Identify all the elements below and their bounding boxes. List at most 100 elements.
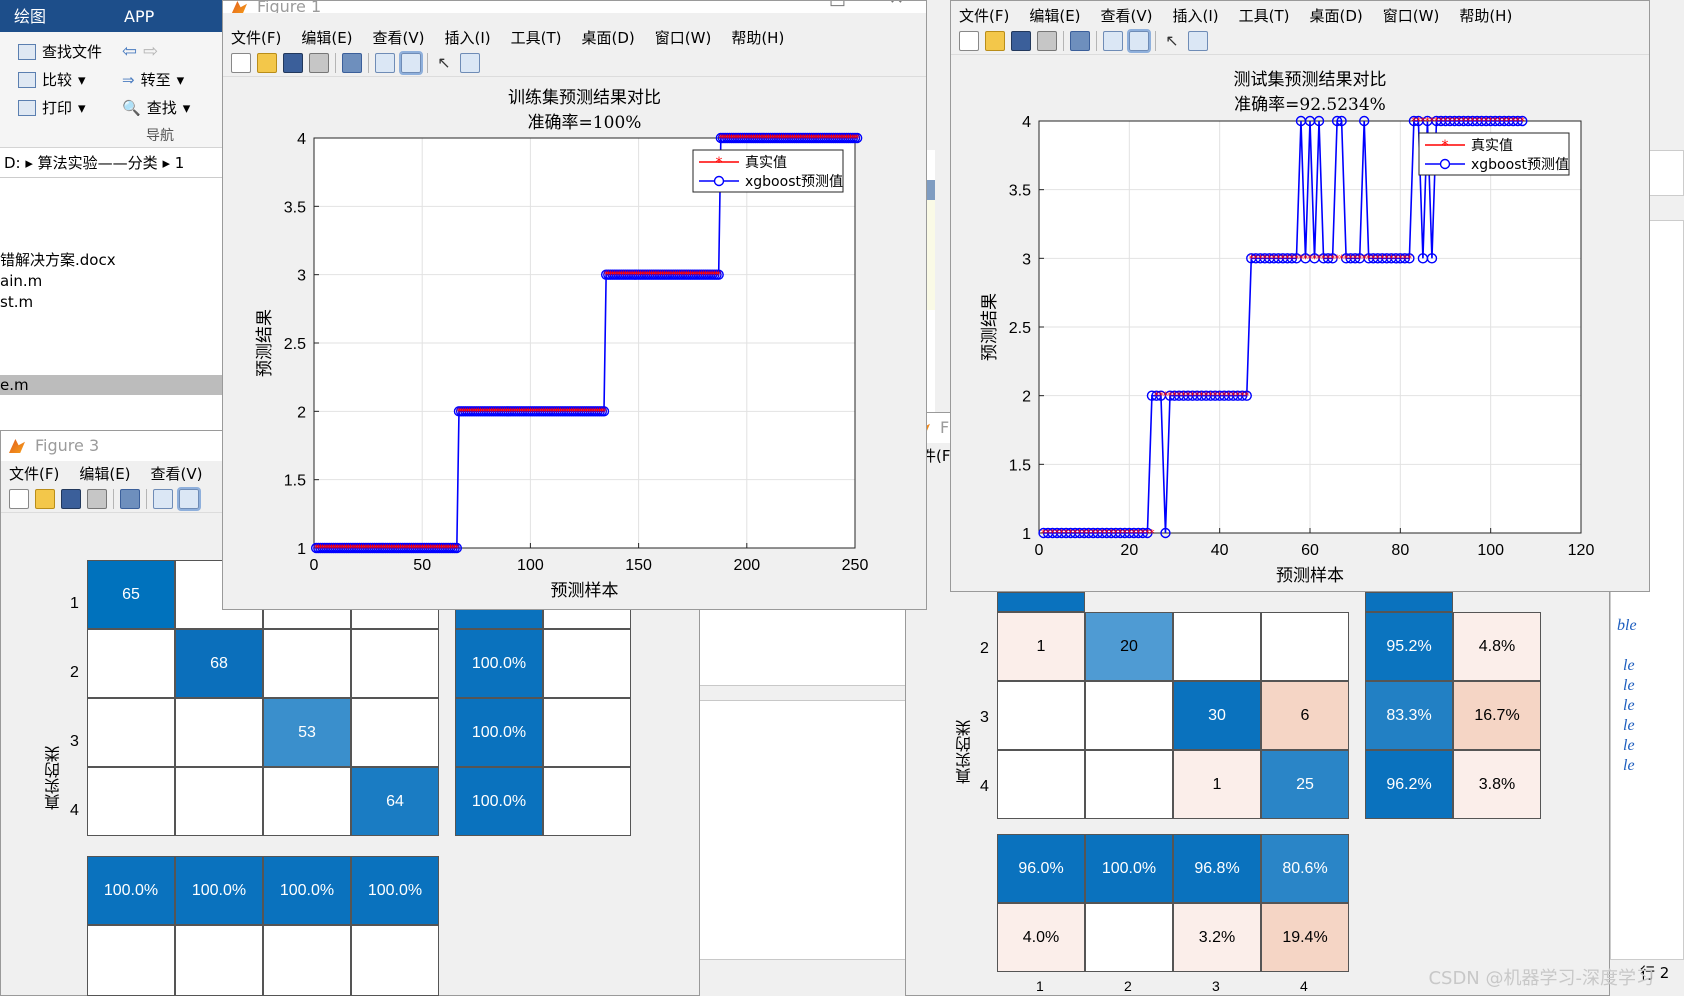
matrix-cell: 64 [351,767,439,836]
menu-file[interactable]: 文件(F) [959,5,1009,26]
menu-file[interactable]: 文件(F) [231,27,281,48]
save-icon[interactable] [1011,30,1031,51]
matrix-cell: 53 [263,698,351,767]
matrix-cell [1085,681,1173,750]
menu-edit[interactable]: 编辑(E) [79,463,130,484]
tab-apps[interactable]: APP [110,0,168,34]
save-icon[interactable] [283,52,303,73]
menu-view[interactable]: 查看(V) [373,27,425,48]
open-file-icon[interactable] [257,52,277,73]
row-label: 1 [70,595,79,612]
colorbar-icon[interactable] [1103,30,1123,51]
y-tick-label: 1.5 [284,473,306,490]
true-value-point: * [854,132,860,145]
y-tick-label: 3.5 [1009,183,1031,200]
menu-insert[interactable]: 插入(I) [445,27,491,48]
legend-icon[interactable] [399,50,423,75]
save-icon[interactable] [61,488,81,509]
matrix-cell: 1 [1173,750,1261,819]
toolbar-separator [1155,30,1156,51]
menu-help[interactable]: 帮助(H) [1459,5,1512,26]
link-plot-icon[interactable] [342,52,362,73]
back-arrow-icon[interactable]: ⇦ [122,40,137,64]
link-plot-icon[interactable] [120,488,140,509]
open-file-icon[interactable] [35,488,55,509]
figure-1-toolbar: ↖ [223,49,926,77]
pointer-icon[interactable]: ↖ [434,53,454,73]
matlab-logo-icon [9,439,25,453]
find-file-button[interactable]: 查找文件 [18,40,102,64]
goto-button[interactable]: ⇒ 转至 ▾ [122,68,190,92]
col-summary-cell: 100.0% [263,856,351,925]
col-summary-cell: 19.4% [1261,903,1349,972]
matrix-cell: 25 [1261,750,1349,819]
find-button[interactable]: 🔍 查找 ▾ [122,96,190,120]
menu-file[interactable]: 文件(F) [9,463,59,484]
print-icon[interactable] [87,488,107,509]
x-tick-label: 0 [310,557,319,574]
train-prediction-chart: 0 50 100 150 200 250 1 1.5 2 2.5 3 3.5 4 训练集预测结果对比准确率… [255,88,868,601]
file-item[interactable]: ain.m [0,271,42,292]
x-tick-label: 80 [1391,542,1409,559]
menu-view[interactable]: 查看(V) [1101,5,1153,26]
row-summary-cell: 100.0% [455,698,543,767]
menu-window[interactable]: 窗口(W) [1383,5,1440,26]
address-bar[interactable]: D: ▸ 算法实验——分类 ▸ 1 [0,148,230,178]
new-figure-icon[interactable] [231,52,251,73]
print-icon[interactable] [309,52,329,73]
chart-subtitle: 准确率=92.5234% [1234,95,1386,115]
matrix-cell: 1 [997,612,1085,681]
true-value-point: * [454,542,460,555]
menu-help[interactable]: 帮助(H) [731,27,784,48]
property-editor-icon[interactable] [1188,30,1208,51]
true-value-point: * [716,269,722,282]
new-figure-icon[interactable] [959,30,979,51]
tab-plots[interactable]: 绘图 [0,0,60,34]
y-tick-label: 3.5 [284,199,306,216]
file-item[interactable]: st.m [0,292,33,313]
nav-arrows[interactable]: ⇦ ⇨ [122,40,190,64]
menu-window[interactable]: 窗口(W) [655,27,712,48]
file-item[interactable]: 错解决方案.docx [0,250,116,271]
pointer-icon[interactable]: ↖ [1162,31,1182,51]
true-value-point: * [1244,390,1250,403]
selected-file-item[interactable]: e.m [0,375,230,395]
row-label: 3 [980,709,989,726]
row-summary-cell: 100.0% [455,629,543,698]
menu-desktop[interactable]: 桌面(D) [582,27,635,48]
legend-icon[interactable] [177,486,201,511]
legend-icon[interactable] [1127,28,1151,53]
forward-arrow-icon[interactable]: ⇨ [143,40,158,64]
colorbar-icon[interactable] [375,52,395,73]
true-class-label: 真实的类 [44,746,63,810]
goto-icon: ⇒ [122,71,135,89]
compare-button[interactable]: 比较 ▾ [18,68,102,92]
menu-insert[interactable]: 插入(I) [1173,5,1219,26]
row-summary-cell: 83.3% [1365,681,1453,750]
menu-tools[interactable]: 工具(T) [1239,5,1290,26]
col-summary-cell: 3.2% [1173,903,1261,972]
figure-2-window: 文件(F) 编辑(E) 查看(V) 插入(I) 工具(T) 桌面(D) 窗口(W… [950,0,1650,592]
menu-desktop[interactable]: 桌面(D) [1310,5,1363,26]
maximize-icon[interactable]: □ [829,1,846,8]
print-button[interactable]: 打印 ▾ [18,96,102,120]
legend-marker-prediction [713,175,725,187]
menu-view[interactable]: 查看(V) [151,463,203,484]
menu-edit[interactable]: 编辑(E) [301,27,352,48]
print-icon[interactable] [1037,30,1057,51]
open-file-icon[interactable] [985,30,1005,51]
menu-tools[interactable]: 工具(T) [511,27,562,48]
y-tick-label: 2 [297,404,306,421]
y-tick-label: 1 [297,541,306,558]
nav-group-label: 导航 [146,128,174,144]
colorbar-icon[interactable] [153,488,173,509]
close-icon[interactable]: ✕ [889,1,904,8]
x-axis-label: 预测样本 [551,581,619,601]
link-plot-icon[interactable] [1070,30,1090,51]
y-axis-label: 预测结果 [255,309,275,377]
menu-edit[interactable]: 编辑(E) [1029,5,1080,26]
matlab-logo-icon [231,1,247,13]
compare-icon [18,72,36,88]
new-figure-icon[interactable] [9,488,29,509]
property-editor-icon[interactable] [460,52,480,73]
